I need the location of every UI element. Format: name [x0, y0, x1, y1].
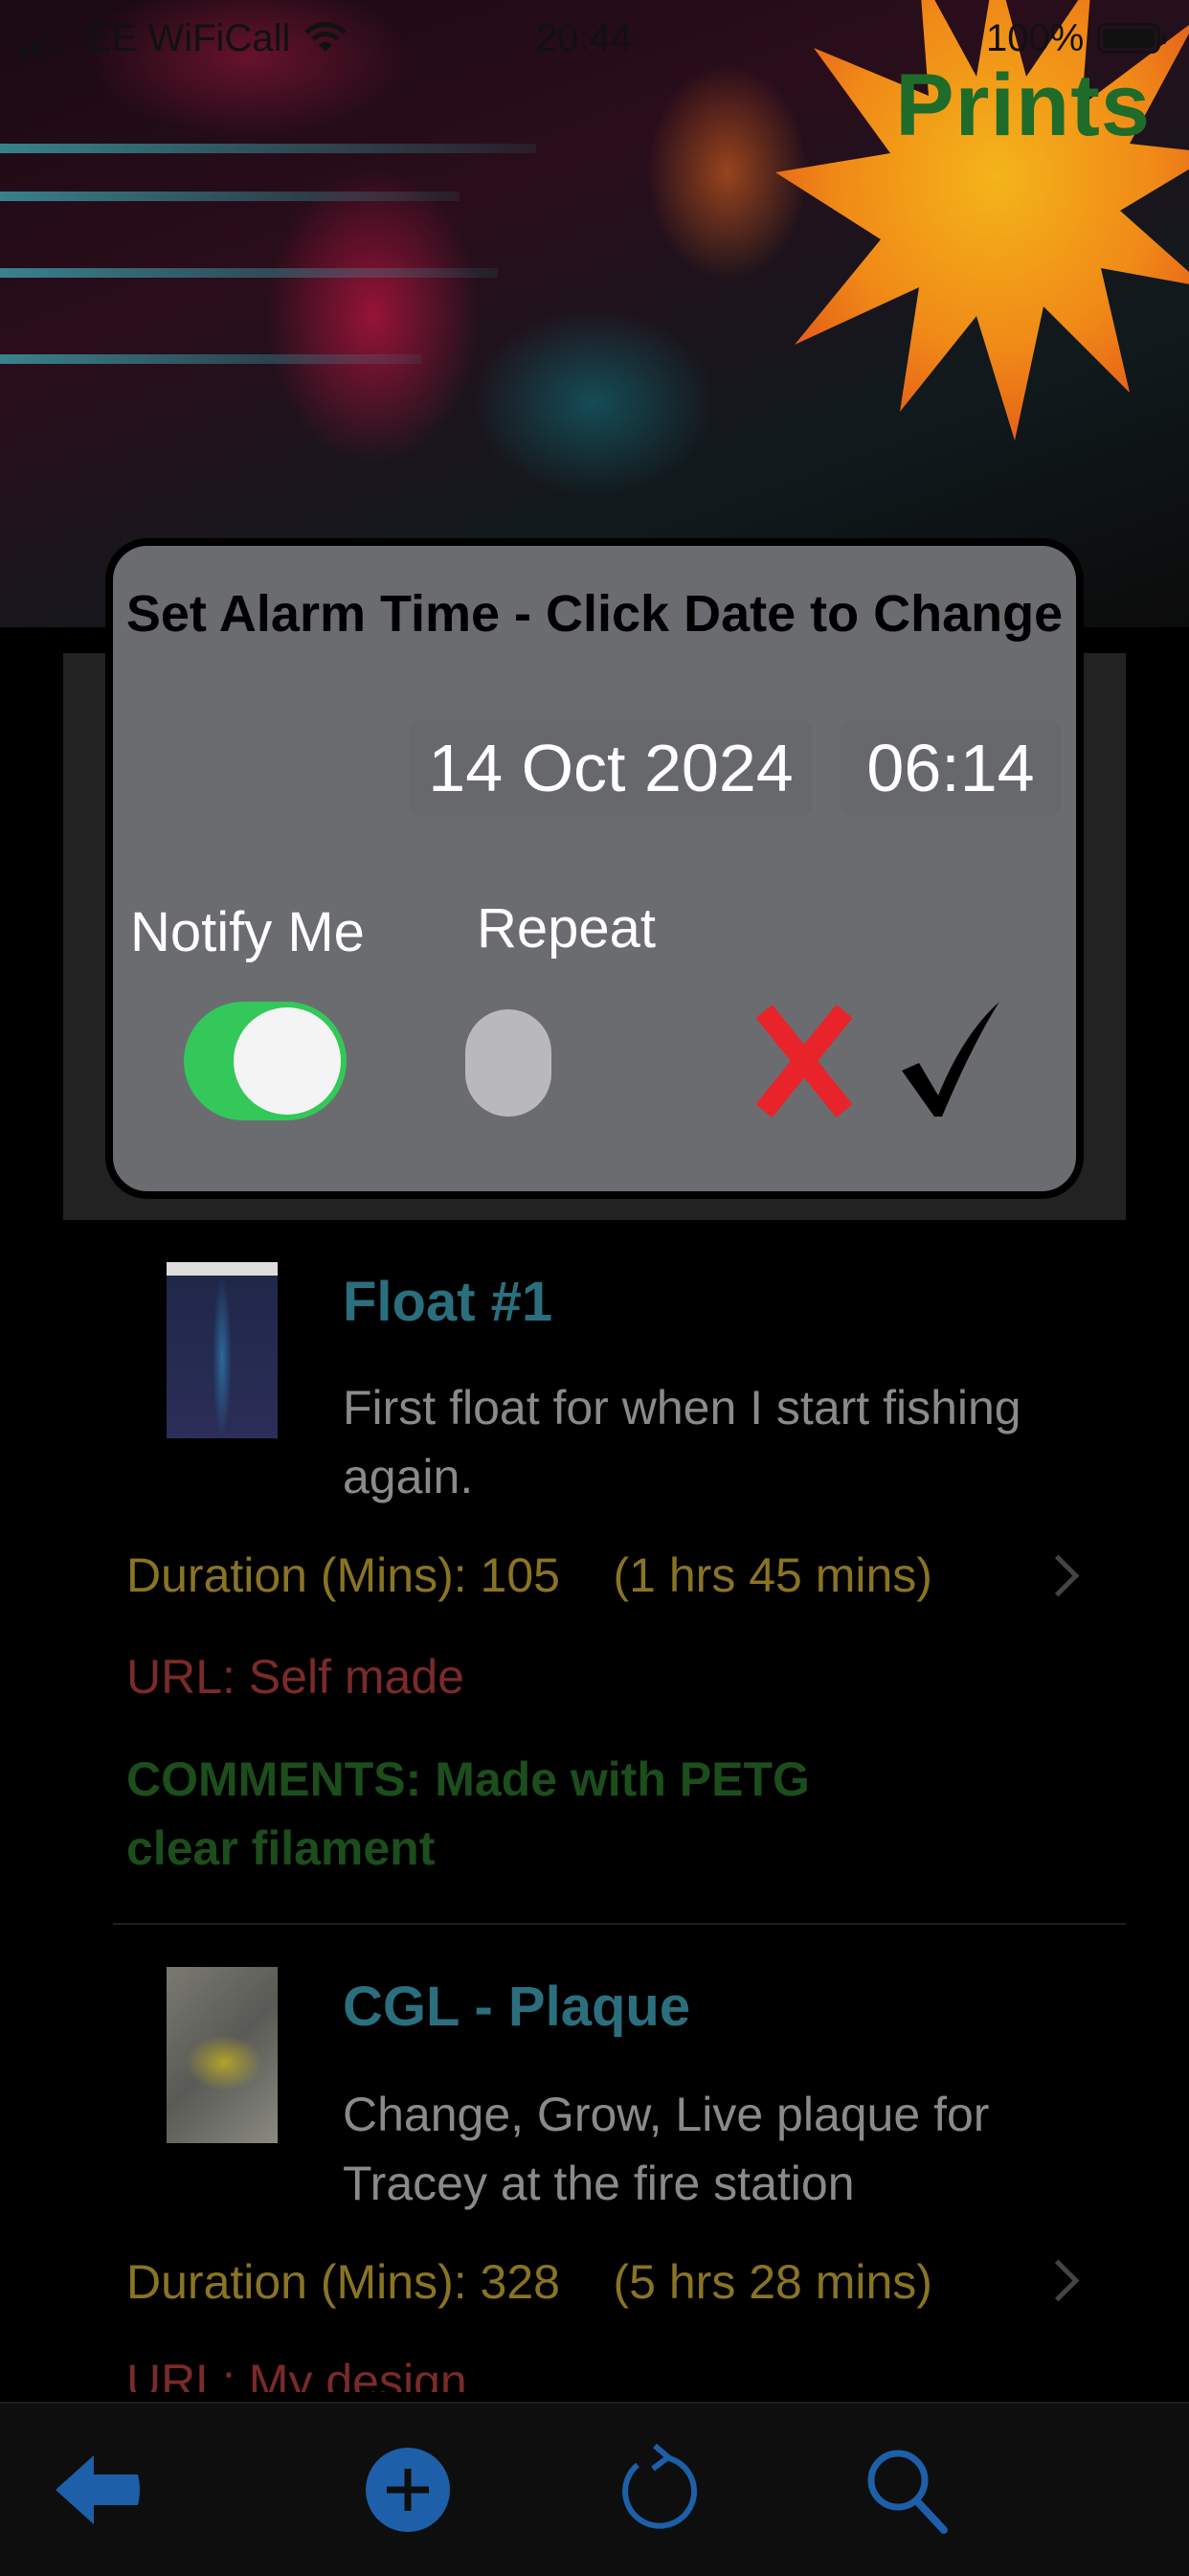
notify-me-label: Notify Me [130, 901, 365, 963]
chevron-right-icon[interactable] [1037, 1554, 1080, 1597]
battery-percentage: 100% [986, 17, 1085, 59]
print-thumbnail[interactable] [167, 1967, 278, 2143]
print-description: Change, Grow, Live plaque for Tracey at … [343, 2088, 990, 2210]
notify-me-toggle[interactable] [184, 1002, 347, 1120]
print-duration: Duration (Mins): 328 (5 hrs 28 mins) [126, 2255, 932, 2309]
print-thumbnail[interactable] [167, 1262, 278, 1438]
repeat-toggle[interactable] [458, 1004, 630, 1122]
chevron-right-icon[interactable] [1037, 2259, 1080, 2302]
printer-rail [0, 144, 536, 153]
print-title[interactable]: CGL - Plaque [343, 1975, 690, 2039]
status-bar: EE WiFiCall 20:44 100% [0, 0, 1189, 77]
add-icon[interactable] [360, 2442, 456, 2538]
carrier-label: EE WiFiCall [86, 17, 291, 59]
modal-title: Set Alarm Time - Click Date to Change [125, 585, 1064, 643]
search-icon[interactable] [858, 2442, 953, 2538]
repeat-label: Repeat [477, 897, 657, 960]
print-comments: COMMENTS: Made with PETG clear filament [126, 1752, 810, 1875]
signal-icon [21, 29, 69, 57]
printer-rail [0, 268, 498, 278]
cancel-x-icon[interactable] [754, 1004, 854, 1119]
row-divider [113, 1923, 1126, 1925]
wifi-icon [304, 22, 347, 52]
alarm-modal: Set Alarm Time - Click Date to Change 14… [105, 538, 1084, 1199]
alarm-date-picker[interactable]: 14 Oct 2024 [410, 720, 812, 816]
back-arrow-icon[interactable] [50, 2442, 146, 2538]
printer-rail [0, 192, 460, 201]
confirm-checkmark-icon[interactable] [896, 996, 1001, 1120]
print-description: First float for when I start fishing aga… [343, 1381, 1021, 1503]
bottom-toolbar [0, 2402, 1189, 2576]
print-duration: Duration (Mins): 105 (1 hrs 45 mins) [126, 1548, 932, 1602]
battery-icon [1097, 23, 1166, 54]
header-image: Prints [0, 0, 1189, 627]
print-url: URL: Self made [126, 1650, 464, 1704]
clock-label: 20:44 [536, 17, 633, 59]
alarm-time-picker[interactable]: 06:14 [841, 720, 1061, 816]
print-url: URL: My design [126, 2355, 467, 2392]
print-title[interactable]: Float #1 [343, 1270, 552, 1334]
printer-rail [0, 354, 421, 364]
refresh-icon[interactable] [609, 2442, 705, 2538]
